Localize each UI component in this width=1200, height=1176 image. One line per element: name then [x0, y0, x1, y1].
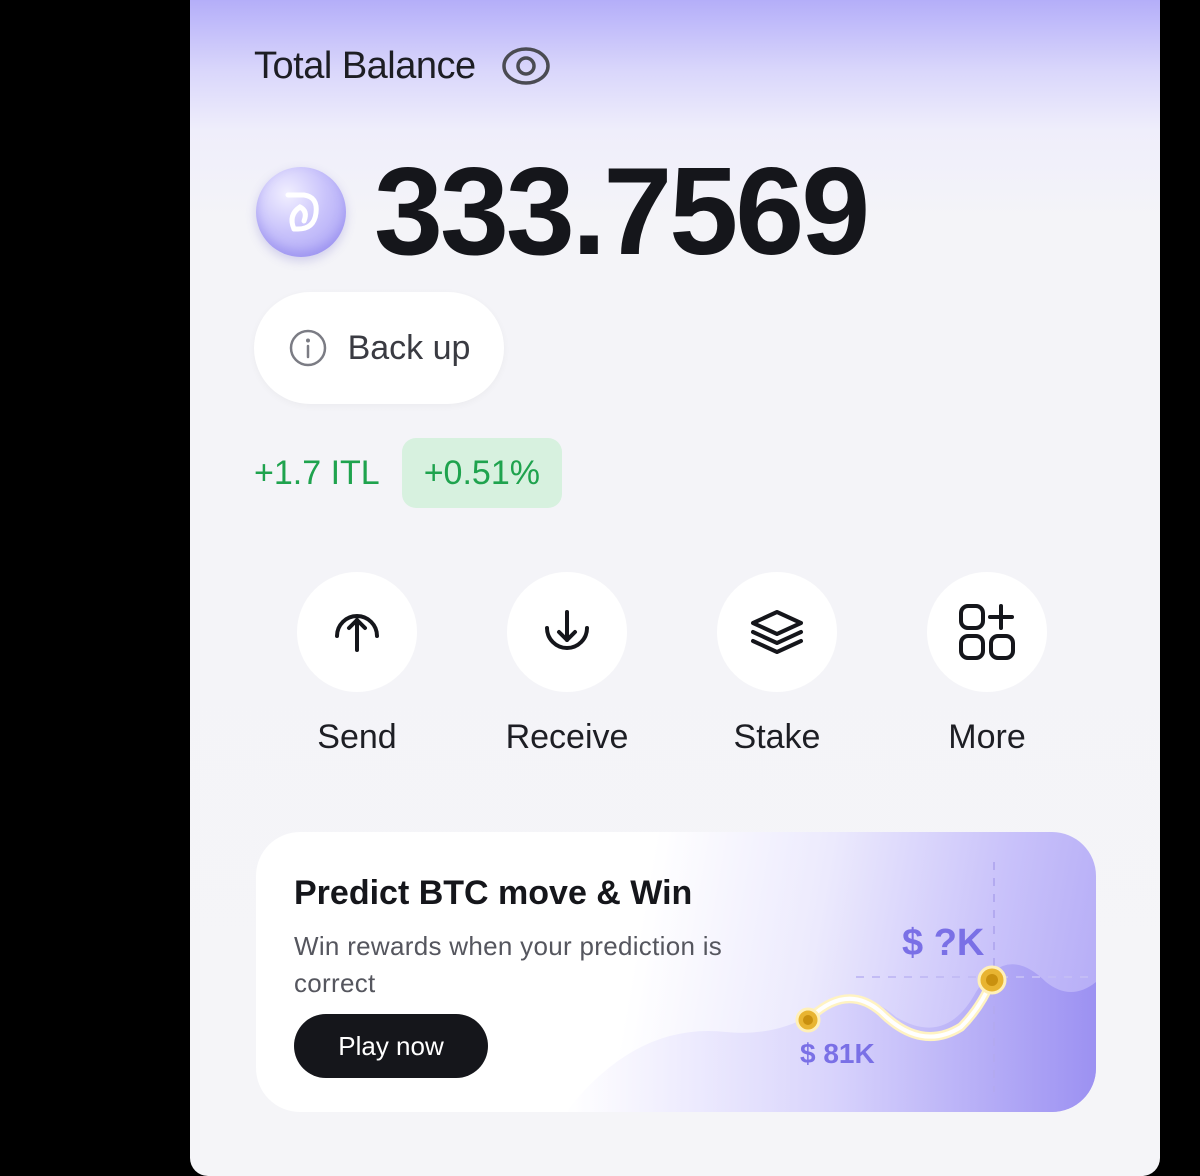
- wallet-screen: Total Balance 333.7569 Back up +1.7 ITL …: [190, 0, 1160, 1176]
- change-percent-badge: +0.51%: [401, 438, 562, 508]
- stake-button[interactable]: Stake: [672, 572, 882, 757]
- balance-value: 333.7569: [374, 143, 870, 281]
- balance-header: Total Balance: [254, 40, 552, 92]
- receive-button[interactable]: Receive: [462, 572, 672, 757]
- balance-change-row: +1.7 ITL +0.51%: [254, 438, 562, 508]
- change-amount: +1.7 ITL: [254, 453, 380, 492]
- bitcoin-coin-icon: [977, 965, 1007, 995]
- more-label: More: [948, 718, 1026, 756]
- bitcoin-coin-icon: [795, 1007, 821, 1033]
- toggle-balance-visibility-button[interactable]: [500, 40, 552, 92]
- back-up-label: Back up: [347, 328, 471, 367]
- back-up-button[interactable]: Back up: [254, 292, 504, 404]
- stake-icon-circle: [717, 572, 837, 692]
- send-icon-circle: [297, 572, 417, 692]
- token-coin-icon: [256, 167, 346, 257]
- quick-actions: Send Receive Stake More: [252, 572, 1092, 757]
- info-icon: [289, 329, 326, 367]
- eye-icon: [501, 47, 550, 85]
- promo-title: Predict BTC move & Win: [294, 874, 693, 912]
- layers-icon: [751, 610, 803, 654]
- price-target-label: $ ?K: [902, 922, 985, 964]
- send-label: Send: [317, 718, 397, 756]
- play-now-button[interactable]: Play now: [294, 1014, 488, 1078]
- arrow-down-circle-icon: [545, 610, 589, 650]
- more-button[interactable]: More: [882, 572, 1092, 757]
- send-button[interactable]: Send: [252, 572, 462, 757]
- arrow-up-circle-icon: [335, 614, 379, 652]
- more-icon-circle: [927, 572, 1047, 692]
- stake-label: Stake: [733, 718, 821, 756]
- price-current-label: $ 81K: [800, 1038, 875, 1069]
- predict-btc-banner[interactable]: Predict BTC move & Win Win rewards when …: [256, 832, 1096, 1112]
- receive-icon-circle: [507, 572, 627, 692]
- total-balance-title: Total Balance: [254, 44, 476, 87]
- receive-label: Receive: [505, 718, 629, 756]
- promo-description: Win rewards when your prediction is corr…: [294, 931, 723, 998]
- balance-row: 333.7569: [256, 143, 870, 281]
- grid-plus-icon: [959, 604, 1015, 660]
